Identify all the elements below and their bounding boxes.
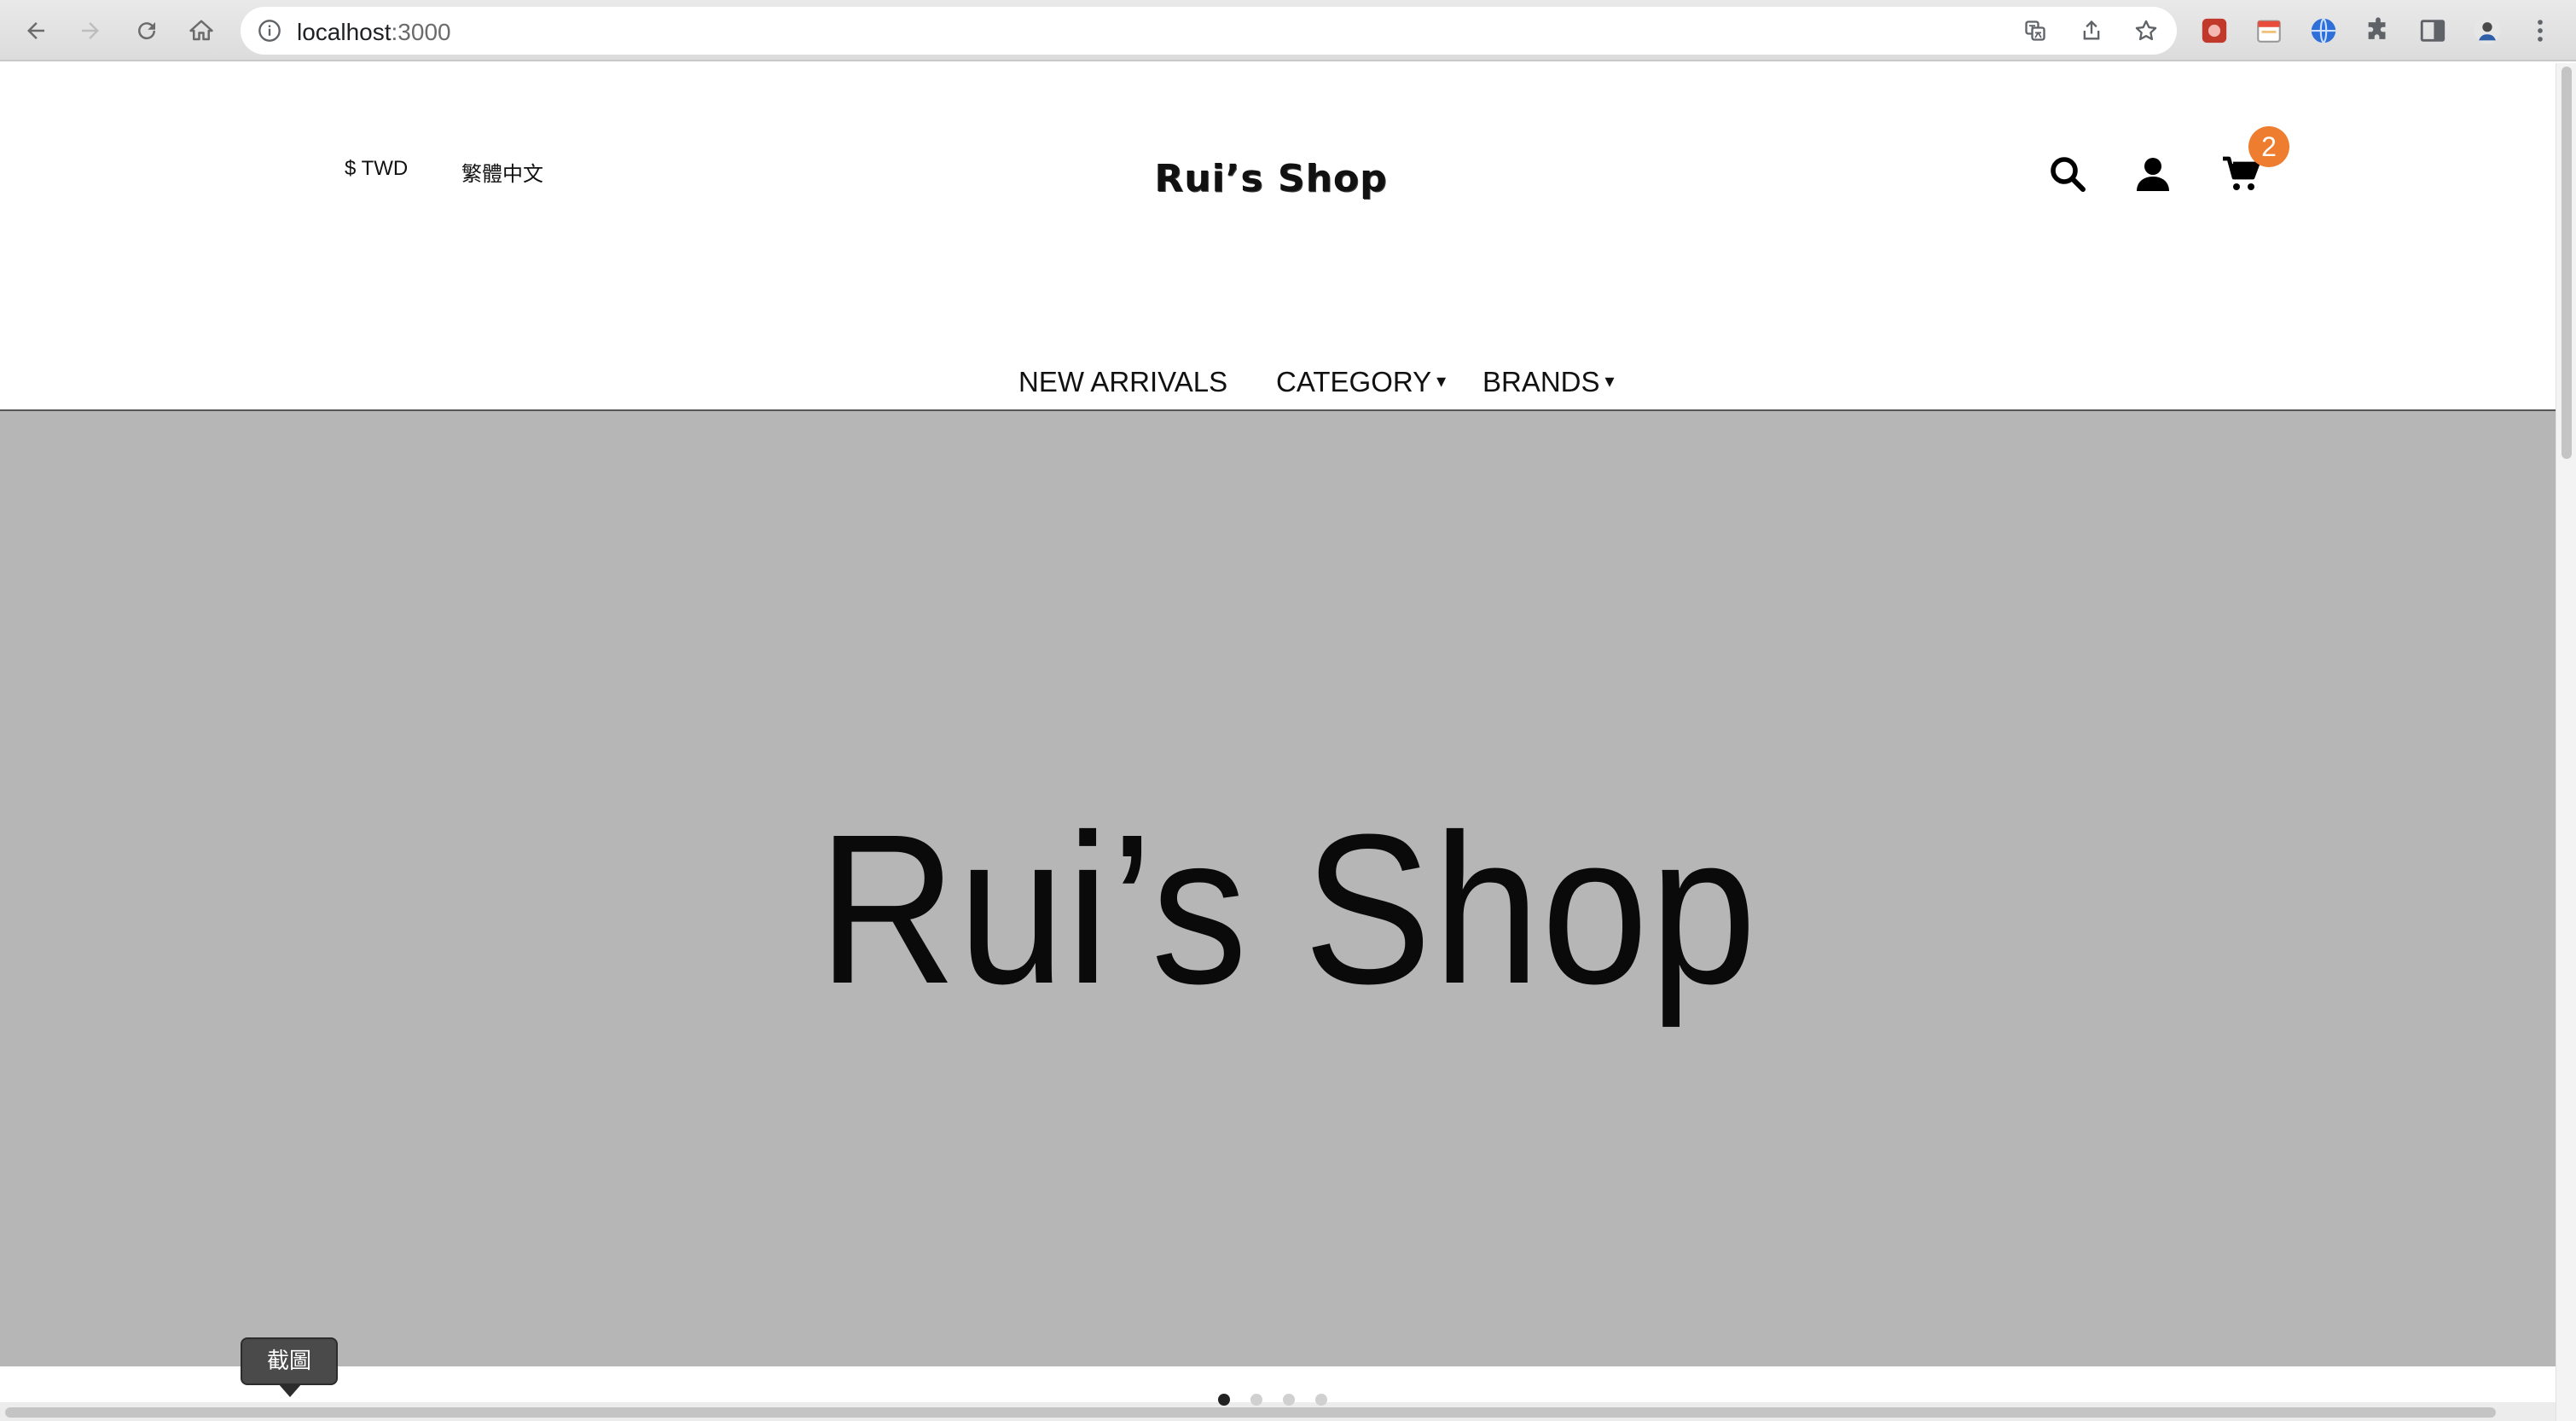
vertical-scrollbar-thumb[interactable] — [2561, 67, 2572, 459]
screenshot-tooltip: 截圖 — [241, 1337, 338, 1385]
profile-avatar[interactable] — [2470, 14, 2504, 48]
sidebar-icon[interactable] — [2416, 14, 2450, 48]
shop-logo[interactable]: Rui’s Shop — [1143, 157, 1399, 200]
url-port: :3000 — [391, 19, 451, 45]
nav-category[interactable]: CATEGORY ▾ — [1276, 366, 1446, 398]
info-icon[interactable] — [258, 19, 281, 43]
translate-icon[interactable] — [2022, 17, 2049, 44]
home-icon[interactable] — [183, 12, 220, 49]
carousel-dot-4[interactable] — [1315, 1394, 1327, 1406]
bookmark-star-icon[interactable] — [2132, 17, 2160, 44]
carousel-dot-2[interactable] — [1250, 1394, 1262, 1406]
address-bar[interactable]: localhost:3000 — [241, 7, 2177, 55]
nav-brands-label: BRANDS — [1482, 366, 1600, 397]
browser-toolbar: localhost:3000 — [0, 0, 2576, 61]
nav-new-arrivals[interactable]: NEW ARRIVALS — [1018, 366, 1227, 398]
cart-count-badge[interactable]: 2 — [2248, 126, 2289, 167]
carousel-dots — [1218, 1394, 1327, 1406]
hero-title: Rui’s Shop — [817, 790, 1759, 1028]
back-icon[interactable] — [17, 12, 55, 49]
horizontal-scrollbar-thumb[interactable] — [5, 1407, 2496, 1418]
language-selector[interactable]: 繁體中文 — [461, 157, 543, 187]
reload-icon[interactable] — [128, 12, 165, 49]
vertical-scrollbar[interactable] — [2556, 63, 2576, 1421]
user-icon[interactable] — [2127, 148, 2179, 200]
share-icon[interactable] — [2078, 17, 2105, 44]
chevron-down-icon: ▾ — [1436, 370, 1447, 392]
url-text[interactable]: localhost:3000 — [297, 19, 451, 46]
puzzle-icon[interactable] — [2361, 14, 2395, 48]
forward-icon[interactable] — [72, 12, 109, 49]
carousel-dot-3[interactable] — [1283, 1394, 1295, 1406]
tooltip-arrow — [278, 1383, 302, 1397]
currency-selector[interactable]: $ TWD — [345, 157, 408, 181]
nav-category-label: CATEGORY — [1276, 366, 1432, 397]
nav-brands[interactable]: BRANDS ▾ — [1482, 366, 1615, 398]
hero-banner[interactable]: Rui’s Shop — [0, 411, 2556, 1366]
extension-calendar-icon[interactable] — [2252, 14, 2286, 48]
carousel-dot-1[interactable] — [1218, 1394, 1230, 1406]
nav-new-arrivals-label: NEW ARRIVALS — [1018, 366, 1228, 397]
url-host: localhost — [297, 19, 392, 45]
kebab-menu-icon[interactable] — [2523, 14, 2557, 48]
extension-globe-icon[interactable] — [2306, 14, 2341, 48]
search-icon[interactable] — [2042, 148, 2093, 200]
chevron-down-icon: ▾ — [1604, 370, 1615, 392]
extension-red-icon[interactable] — [2197, 14, 2231, 48]
